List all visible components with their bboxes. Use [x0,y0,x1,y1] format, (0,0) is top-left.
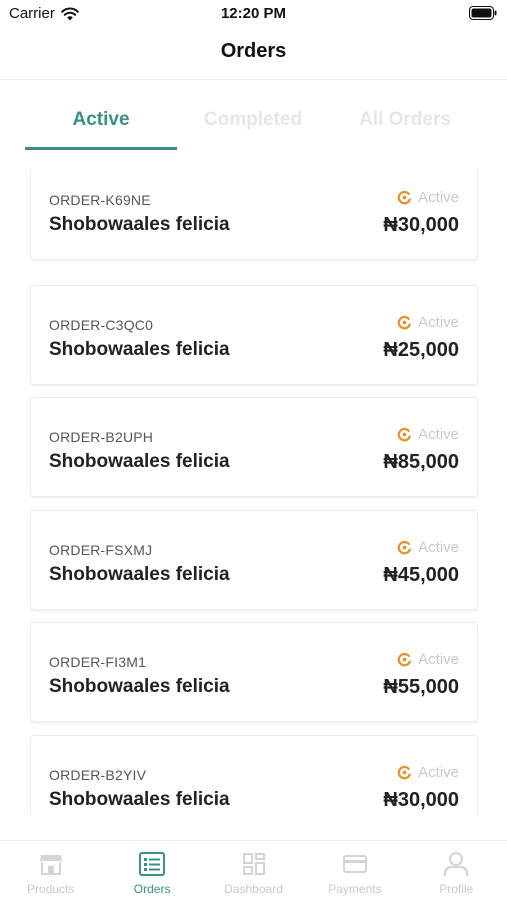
status-badge: Active [397,539,459,556]
order-card[interactable]: ORDER-C3QC0 Shobowaales felicia Active ₦… [30,285,478,385]
pending-status-icon [397,315,412,330]
order-tabs: Active Completed All Orders [25,100,482,150]
order-id: ORDER-B2YIV [49,767,147,783]
status-label: Active [418,314,459,331]
battery-icon [469,6,497,20]
status-label: Active [418,539,459,556]
clock: 12:20 PM [220,5,287,22]
customer-name: Shobowaales felicia [49,676,230,697]
pending-status-icon [397,652,412,667]
order-card[interactable]: ORDER-FSXMJ Shobowaales felicia Active ₦… [30,510,478,610]
order-id: ORDER-C3QC0 [49,317,154,333]
order-id: ORDER-K69NE [49,192,151,208]
page-title: Orders [220,40,287,62]
tab-bar-label: Dashboard [224,882,283,896]
status-badge: Active [397,426,459,443]
customer-name: Shobowaales felicia [49,564,230,585]
tab-all-orders[interactable]: All Orders [329,100,481,150]
grid-icon [242,853,265,875]
store-icon [39,855,62,875]
status-label: Active [418,189,459,206]
card-icon [342,855,367,873]
tab-bar-item-products[interactable]: Products [0,841,101,900]
tab-bar-item-orders[interactable]: Orders [101,841,202,900]
order-id: ORDER-FI3M1 [49,654,147,670]
status-badge: Active [397,189,459,206]
nav-divider [0,79,507,80]
customer-name: Shobowaales felicia [49,451,230,472]
tab-bar-label: Profile [439,882,474,896]
tab-active[interactable]: Active [25,100,177,150]
status-label: Active [418,764,459,781]
tab-bar-label: Payments [328,882,382,896]
order-amount: ₦25,000 [383,339,459,361]
tab-bar-item-profile[interactable]: Profile [406,841,507,900]
order-list[interactable]: ORDER-K69NE Shobowaales felicia Active ₦… [30,170,478,815]
user-icon [444,852,469,876]
pending-status-icon [397,765,412,780]
status-label: Active [418,426,459,443]
status-label: Active [418,651,459,668]
customer-name: Shobowaales felicia [49,789,230,810]
tab-bar-label: Orders [133,882,171,896]
pending-status-icon [397,540,412,555]
customer-name: Shobowaales felicia [49,214,230,235]
order-card[interactable]: ORDER-B2UPH Shobowaales felicia Active ₦… [30,397,478,497]
order-id: ORDER-B2UPH [49,429,154,445]
tab-bar-label: Products [27,882,75,896]
order-amount: ₦30,000 [383,214,459,236]
tab-bar-item-dashboard[interactable]: Dashboard [203,841,304,900]
tab-completed[interactable]: Completed [177,100,329,150]
status-badge: Active [397,314,459,331]
order-card[interactable]: ORDER-B2YIV Shobowaales felicia Active ₦… [30,735,478,815]
status-bar: Carrier 12:20 PM [0,0,507,30]
status-badge: Active [397,764,459,781]
pending-status-icon [397,190,412,205]
order-amount: ₦85,000 [383,451,459,473]
tab-bar-item-payments[interactable]: Payments [304,841,405,900]
order-amount: ₦45,000 [383,564,459,586]
customer-name: Shobowaales felicia [49,339,230,360]
list-icon [139,852,166,876]
status-badge: Active [397,651,459,668]
order-amount: ₦55,000 [383,676,459,698]
order-card[interactable]: ORDER-K69NE Shobowaales felicia Active ₦… [30,170,478,260]
order-amount: ₦30,000 [383,789,459,811]
bottom-tab-bar: Products Orders Dashboard Payments Profi… [0,840,507,900]
pending-status-icon [397,427,412,442]
order-card[interactable]: ORDER-FI3M1 Shobowaales felicia Active ₦… [30,622,478,722]
order-id: ORDER-FSXMJ [49,542,153,558]
